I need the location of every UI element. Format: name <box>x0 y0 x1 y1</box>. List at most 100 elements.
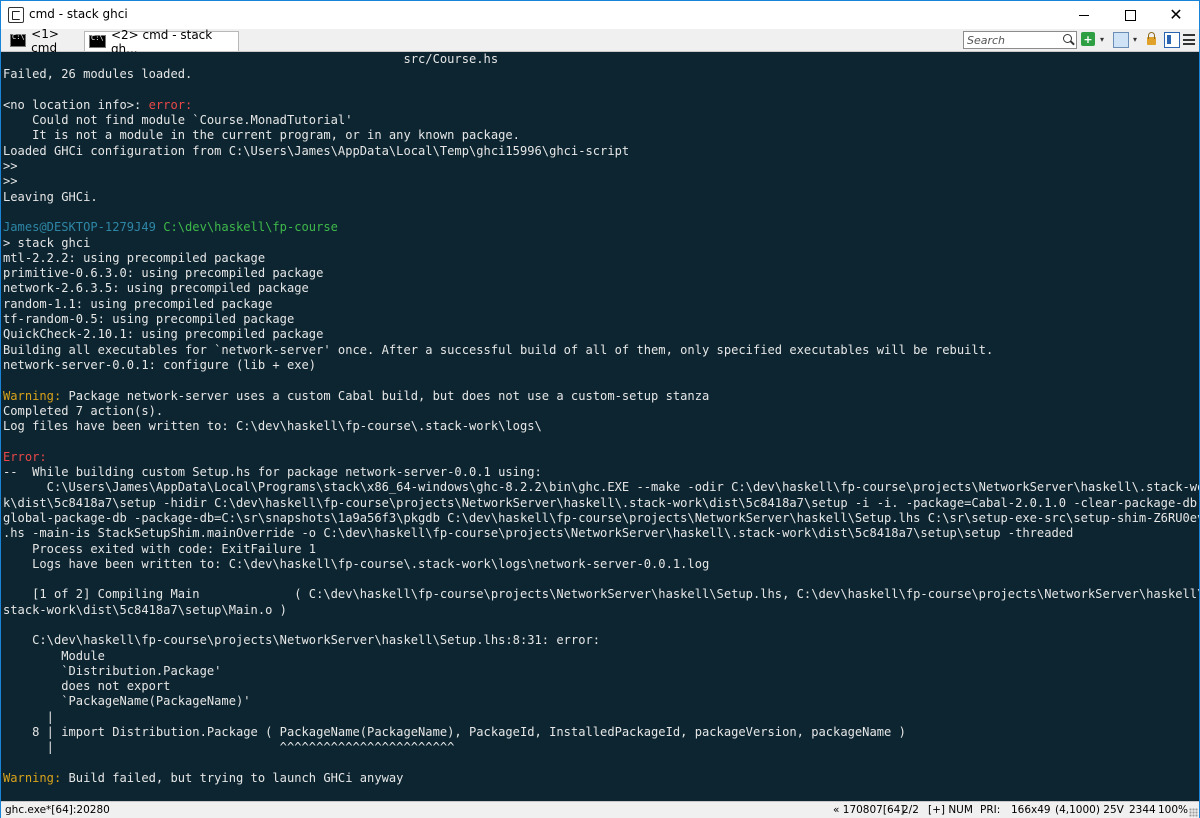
status-priority[interactable]: PRI: <box>980 804 1000 816</box>
search-icon[interactable] <box>1062 34 1074 46</box>
console-line: >> <box>3 174 1199 189</box>
console-segment-text: It is not a module in the current progra… <box>3 128 520 143</box>
console-line: Module <box>3 649 1199 664</box>
console-segment-text: [1 of 2] Compiling Main ( C:\dev\haskell… <box>3 587 1199 602</box>
console-segment-text: Leaving GHCi. <box>3 189 98 204</box>
status-zoom[interactable]: 100% <box>1158 804 1188 816</box>
console-segment-text: | <box>3 709 54 724</box>
console-line: | <box>3 710 1199 725</box>
console-text: src/Course.hs Failed, 26 modules loaded. <… <box>1 52 1199 786</box>
hamburger-menu-icon[interactable] <box>1183 34 1195 45</box>
console-line: Failed, 26 modules loaded. <box>3 67 1199 82</box>
search-box <box>963 31 1077 49</box>
console-line: Could not find module `Course.MonadTutor… <box>3 113 1199 128</box>
console-line: 8 | import Distribution.Package ( Packag… <box>3 725 1199 740</box>
console-line: It is not a module in the current progra… <box>3 128 1199 143</box>
console-segment-text: | ^^^^^^^^^^^^^^^^^^^^^^^^ <box>3 740 455 755</box>
status-console-index[interactable]: 2/2 <box>902 804 919 816</box>
console-segment-text: Process exited with code: ExitFailure 1 <box>3 541 317 556</box>
console-segment-text: src/Course.hs <box>3 52 499 66</box>
console-line: Building all executables for `network-se… <box>3 343 1199 358</box>
console-segment-text: >> <box>3 159 18 174</box>
console-line: does not export <box>3 679 1199 694</box>
maximize-icon <box>1124 9 1136 21</box>
console-line: Process exited with code: ExitFailure 1 <box>3 542 1199 557</box>
tab-cmd-1[interactable]: <1> cmd <box>6 27 86 55</box>
console-line: src/Course.hs <box>3 52 1199 67</box>
console-segment-text: QuickCheck-2.10.1: using precompiled pac… <box>3 327 324 342</box>
new-console-button[interactable]: + <box>1081 32 1095 46</box>
console-segment-text: random-1.1: using precompiled package <box>3 296 273 311</box>
console-line: C:\Users\James\AppData\Local\Programs\st… <box>3 480 1199 495</box>
maximize-button[interactable] <box>1107 1 1153 29</box>
status-pid[interactable]: 2344 <box>1129 804 1156 816</box>
console-line: .hs -main-is StackSetupShim.mainOverride… <box>3 526 1199 541</box>
console-line: | ^^^^^^^^^^^^^^^^^^^^^^^^ <box>3 740 1199 755</box>
split-view-icon[interactable] <box>1164 32 1180 48</box>
console-line: `Distribution.Package' <box>3 664 1199 679</box>
new-console-dropdown-icon[interactable]: ▾ <box>1098 32 1106 46</box>
console-segment-warning: Warning: <box>3 388 69 403</box>
console-segment-text: -- While building custom Setup.hs for pa… <box>3 465 542 480</box>
console-line: Leaving GHCi. <box>3 190 1199 205</box>
console-segment-text: <no location info>: <box>3 97 149 112</box>
image-dropdown-icon[interactable]: ▾ <box>1131 32 1139 46</box>
console-line: `PackageName(PackageName)' <box>3 694 1199 709</box>
console-line: James@DESKTOP-1279J49 C:\dev\haskell\fp-… <box>3 220 1199 235</box>
console-segment-text: Failed, 26 modules loaded. <box>3 67 193 82</box>
console-segment-text: network-server-0.0.1: configure (lib + e… <box>3 357 317 372</box>
console-segment-error: error: <box>148 97 193 112</box>
console-segment-text: Could not find module `Course.MonadTutor… <box>3 113 353 128</box>
console-segment-text: 8 | import Distribution.Package ( Packag… <box>3 725 906 740</box>
title-bar[interactable]: cmd - stack ghci ✕ <box>1 1 1199 29</box>
status-insert-mode[interactable]: [+] NUM <box>928 804 973 816</box>
lock-icon[interactable] <box>1146 32 1156 46</box>
console-line: Error: <box>3 450 1199 465</box>
console-segment-user: James@DESKTOP-1279J49 <box>3 220 164 235</box>
status-cursor[interactable]: (4,1000) 25V <box>1055 804 1124 816</box>
console-line: -- While building custom Setup.hs for pa… <box>3 465 1199 480</box>
console-segment-error: Error: <box>3 449 47 464</box>
tab-label: <1> cmd <box>31 26 59 55</box>
console-line: Completed 7 action(s). <box>3 404 1199 419</box>
console-segment-text: does not export <box>3 679 171 694</box>
search-input[interactable] <box>964 33 1062 47</box>
resize-grip[interactable] <box>1189 808 1198 817</box>
status-build[interactable]: « 170807[64] <box>833 804 904 816</box>
console-output[interactable]: src/Course.hs Failed, 26 modules loaded. <… <box>1 52 1199 801</box>
console-line: Logs have been written to: C:\dev\haskel… <box>3 557 1199 572</box>
status-size[interactable]: 166x49 <box>1011 804 1051 816</box>
console-line: stack-work\dist\5c8418a7\setup\Main.o ) <box>3 603 1199 618</box>
console-line: Warning: Package network-server uses a c… <box>3 389 1199 404</box>
conemu-app-icon[interactable] <box>8 7 24 23</box>
console-line: > stack ghci <box>3 236 1199 251</box>
minimize-button[interactable] <box>1061 1 1107 29</box>
console-segment-text: Module <box>3 648 105 663</box>
console-segment-text: Package network-server uses a custom Cab… <box>68 388 710 403</box>
console-segment-text: Completed 7 action(s). <box>3 403 164 418</box>
close-button[interactable]: ✕ <box>1153 1 1199 29</box>
console-segment-text: tf-random-0.5: using precompiled package <box>3 312 295 327</box>
cmd-icon <box>89 34 106 48</box>
close-icon: ✕ <box>1169 5 1183 24</box>
tab-cmd-2[interactable]: <2> cmd - stack gh... <box>84 28 239 56</box>
console-segment-text: primitive-0.6.3.0: using precompiled pac… <box>3 266 324 281</box>
console-segment-text: .hs -main-is StackSetupShim.mainOverride… <box>3 526 1074 541</box>
console-line: Loaded GHCi configuration from C:\Users\… <box>3 144 1199 159</box>
console-line: Log files have been written to: C:\dev\h… <box>3 419 1199 434</box>
console-segment-text: >> <box>3 174 18 189</box>
console-segment-text: Logs have been written to: C:\dev\haskel… <box>3 556 710 571</box>
console-line: global-package-db -package-db=C:\sr\snap… <box>3 511 1199 526</box>
console-segment-text: C:\Users\James\AppData\Local\Programs\st… <box>3 480 1199 495</box>
console-segment-text: `Distribution.Package' <box>3 663 222 678</box>
image-icon[interactable] <box>1113 32 1129 48</box>
console-segment-text: > stack ghci <box>3 235 91 250</box>
console-line: mtl-2.2.2: using precompiled package <box>3 251 1199 266</box>
console-line: QuickCheck-2.10.1: using precompiled pac… <box>3 327 1199 342</box>
console-segment-text: k\dist\5c8418a7\setup -hidir C:\dev\hask… <box>3 495 1199 510</box>
